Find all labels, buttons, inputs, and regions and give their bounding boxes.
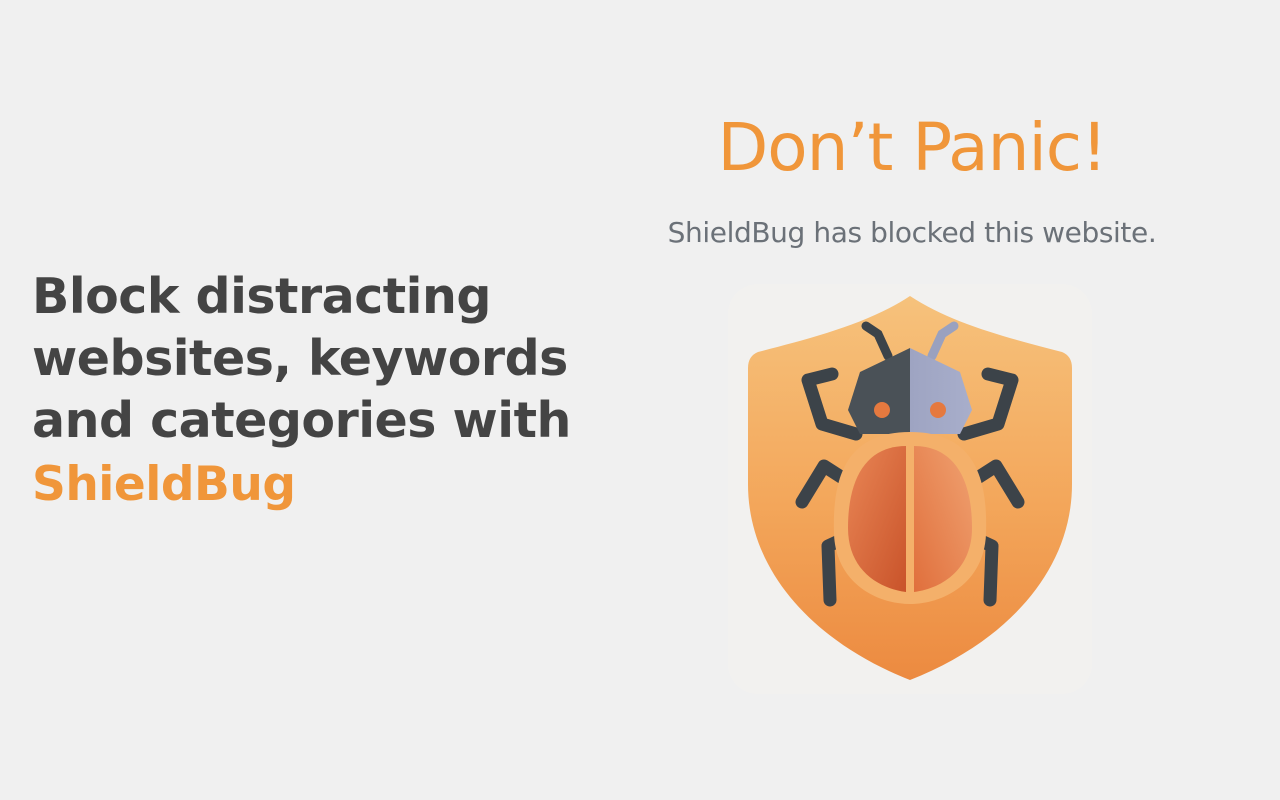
promo-tagline: Block distracting websites, keywords and… (32, 266, 592, 516)
tagline-line-3: and categories with (32, 392, 571, 449)
tagline-line-2: websites, keywords (32, 330, 568, 387)
shieldbug-logo-icon (728, 284, 1092, 694)
bug-eye-right (930, 402, 946, 418)
brand-name: ShieldBug (32, 457, 296, 512)
bug-eye-left (874, 402, 890, 418)
block-page-panel: Don’t Panic! ShieldBug has blocked this … (632, 100, 1192, 250)
block-headline: Don’t Panic! (717, 109, 1107, 186)
tagline-line-1: Block distracting (32, 268, 491, 325)
blocked-message: ShieldBug has blocked this website. (667, 216, 1157, 249)
